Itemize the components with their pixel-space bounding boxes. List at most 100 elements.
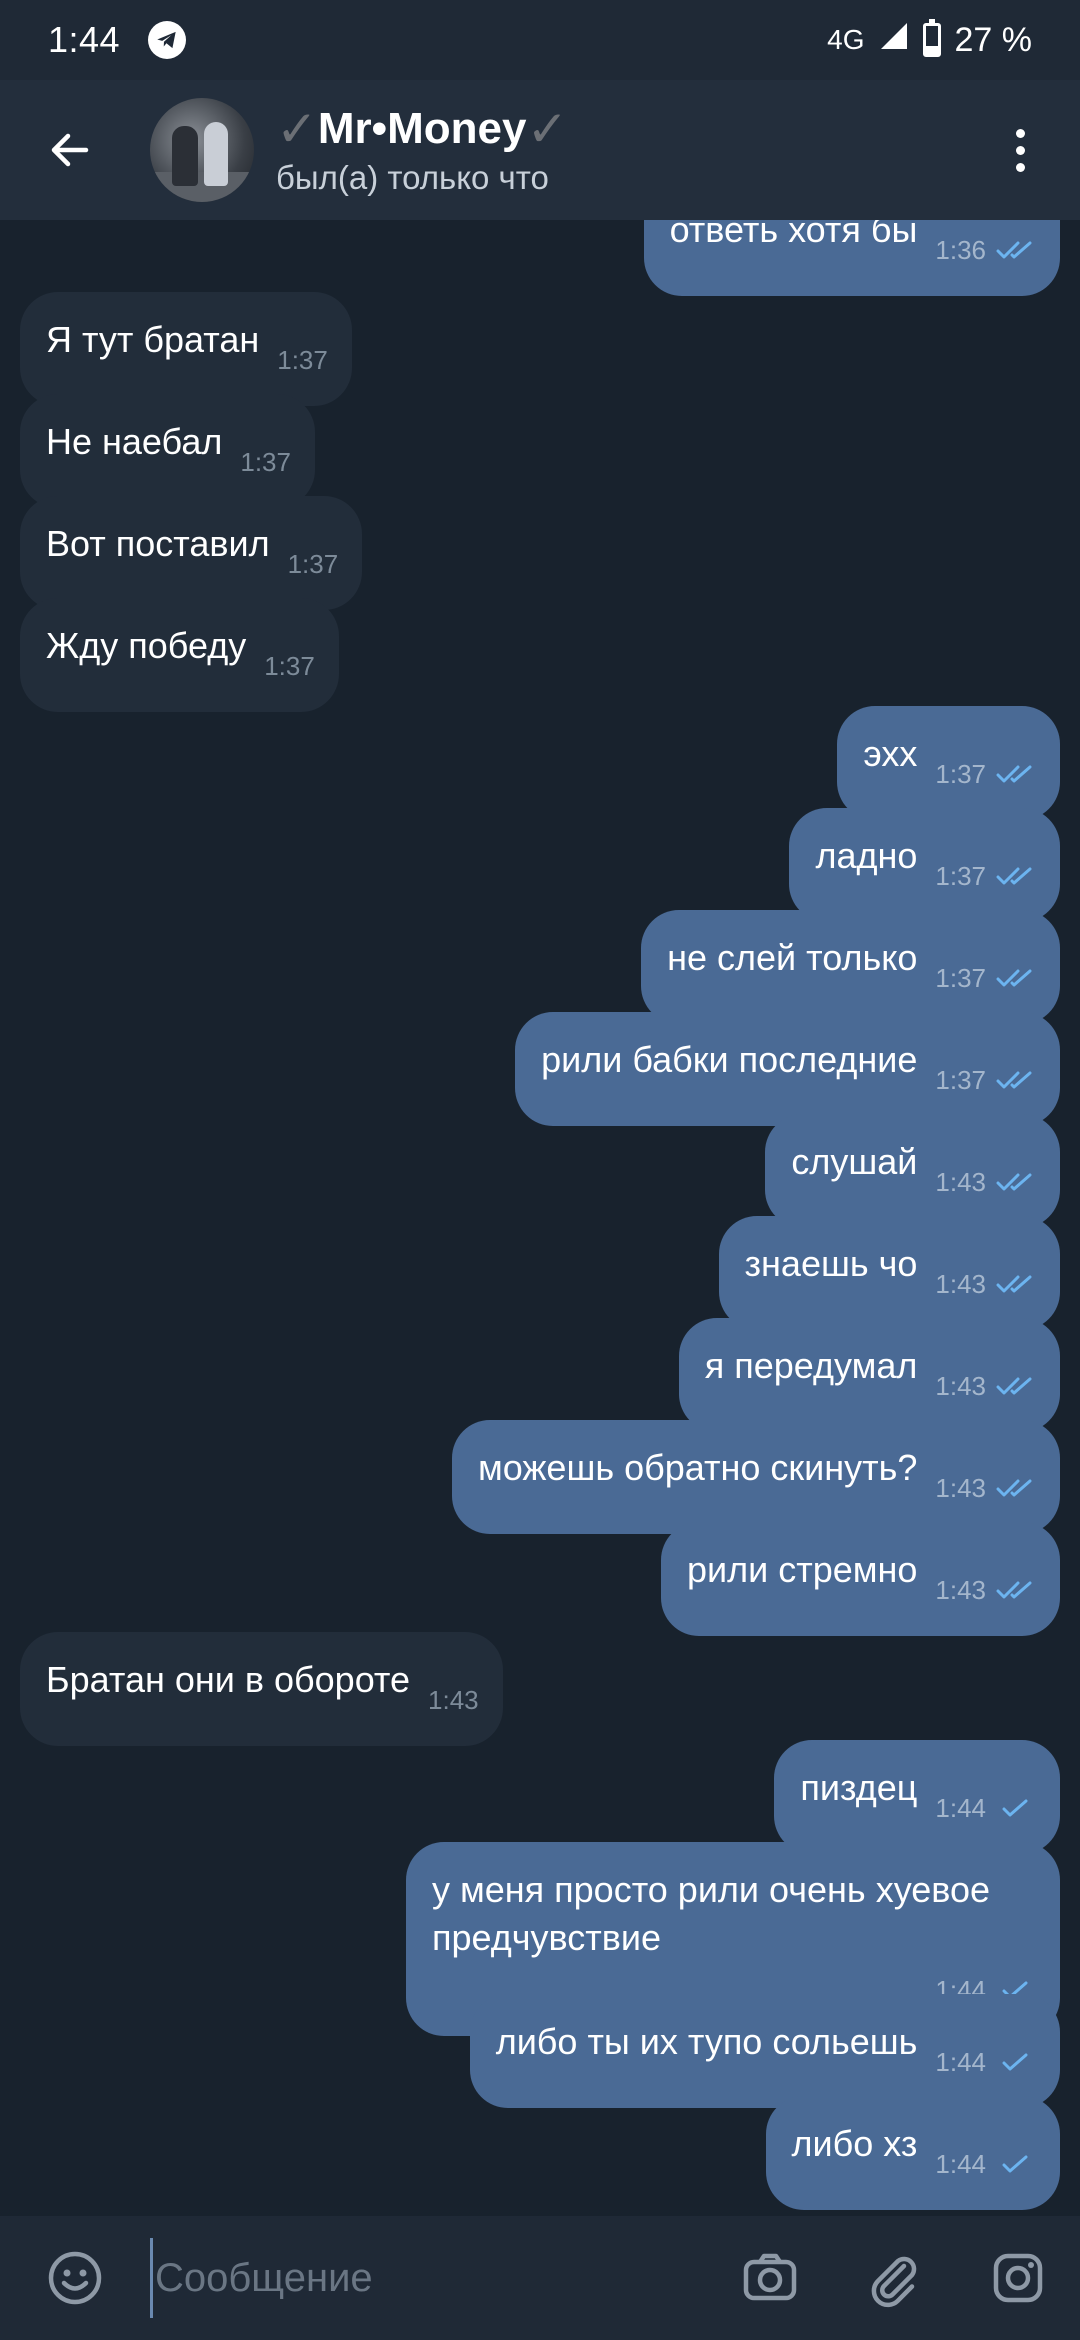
message-time: 1:44	[935, 2047, 986, 2077]
double-check-icon	[996, 1173, 1032, 1191]
message-time: 1:43	[935, 1167, 986, 1197]
double-check-icon	[996, 1275, 1032, 1293]
incoming-message[interactable]: Братан они в обороте 1:43	[20, 1632, 503, 1746]
telegram-icon	[148, 21, 187, 59]
camera-button[interactable]	[708, 2216, 832, 2340]
outgoing-message[interactable]: знаешь чо 1:43	[718, 1216, 1060, 1330]
message-meta: 1:37	[935, 750, 1036, 798]
double-check-icon	[996, 969, 1032, 987]
message-meta: 1:43	[935, 1464, 1036, 1512]
message-meta: 1:43	[935, 1566, 1036, 1614]
outgoing-message[interactable]: я передумал 1:43	[678, 1318, 1060, 1432]
attach-button[interactable]	[832, 2216, 956, 2340]
message-time: 1:44	[935, 2149, 986, 2179]
camera-icon	[743, 2253, 797, 2301]
chat-name-text: Mr•Money	[317, 104, 527, 153]
message-time: 1:43	[935, 1473, 986, 1503]
message-text: ответь хотя бы	[669, 220, 918, 250]
message-time: 1:37	[287, 549, 339, 579]
single-check-icon	[1002, 1799, 1028, 1817]
message-time: 1:43	[935, 1575, 986, 1605]
message-meta: 1:37	[277, 336, 328, 384]
instagram-icon	[993, 2253, 1043, 2303]
message-input[interactable]	[150, 2238, 708, 2318]
signal-icon	[879, 21, 909, 60]
outgoing-message[interactable]: рили стремно 1:43	[660, 1522, 1060, 1636]
message-text: Жду победу	[46, 625, 247, 666]
message-text: у меня просто рили очень хуевое предчувс…	[432, 1869, 1001, 1958]
double-check-icon	[996, 1479, 1032, 1497]
message-meta: 1:37	[264, 642, 315, 690]
message-text: ладно	[815, 835, 918, 876]
single-check-icon	[1002, 2155, 1028, 2173]
incoming-message[interactable]: Не наебал 1:37	[20, 394, 315, 508]
message-text: рили бабки последние	[541, 1039, 918, 1080]
instagram-button[interactable]	[956, 2216, 1080, 2340]
message-meta: 1:37	[288, 540, 339, 588]
message-text: Братан они в обороте	[46, 1659, 411, 1700]
status-time: 1:44	[48, 19, 121, 60]
incoming-message[interactable]: Жду победу 1:37	[20, 598, 339, 712]
single-check-icon	[1002, 2053, 1028, 2071]
message-time: 1:43	[935, 1371, 986, 1401]
incoming-message[interactable]: Вот поставил 1:37	[20, 496, 363, 610]
double-check-icon	[996, 241, 1032, 259]
outgoing-message[interactable]: ладно 1:37	[789, 808, 1060, 922]
outgoing-message[interactable]: не слей только 1:37	[641, 910, 1060, 1024]
check-decoration-left: ✓	[276, 101, 318, 157]
message-time: 1:43	[935, 1269, 986, 1299]
message-time: 1:37	[935, 759, 986, 789]
double-check-icon	[996, 765, 1032, 783]
message-text: либо ты их тупо сольешь	[495, 2021, 918, 2062]
message-meta: 1:43	[935, 1260, 1036, 1308]
message-text: я передумал	[704, 1345, 918, 1386]
message-meta: 1:44	[935, 2038, 1036, 2086]
chat-header: ✓ Mr•Money ✓ был(а) только что	[0, 80, 1080, 220]
outgoing-message[interactable]: эхх 1:37	[837, 706, 1060, 820]
incoming-message[interactable]: Я тут братан 1:37	[20, 292, 352, 406]
message-time: 1:37	[935, 861, 986, 891]
message-meta: 1:43	[935, 1158, 1036, 1206]
chat-title-block[interactable]: ✓ Mr•Money ✓ был(а) только что	[276, 103, 568, 197]
outgoing-message[interactable]: слушай 1:43	[765, 1114, 1060, 1228]
message-text: Вот поставил	[46, 523, 270, 564]
emoji-button[interactable]	[0, 2216, 150, 2340]
message-list[interactable]: ответь хотя бы 1:36 Я тут братан 1:37 Не нае…	[0, 220, 1080, 2216]
outgoing-message[interactable]: можешь обратно скинуть? 1:43	[451, 1420, 1060, 1534]
attach-icon	[871, 2256, 917, 2308]
back-button[interactable]	[0, 80, 140, 220]
message-time: 1:36	[935, 235, 986, 265]
message-text: пиздец	[800, 1767, 918, 1808]
emoji-icon	[48, 2251, 102, 2305]
message-meta: 1:43	[428, 1676, 479, 1724]
outgoing-message[interactable]: пиздец 1:44	[774, 1740, 1060, 1854]
double-check-icon	[996, 1071, 1032, 1089]
avatar[interactable]	[150, 98, 254, 202]
message-text: либо хз	[791, 2123, 918, 2164]
more-menu-button[interactable]	[960, 80, 1080, 220]
check-decoration-right: ✓	[526, 101, 569, 157]
message-text: слушай	[791, 1141, 918, 1182]
outgoing-message[interactable]: ответь хотя бы 1:36	[643, 220, 1060, 296]
message-text: знаешь чо	[744, 1243, 918, 1284]
message-time: 1:43	[428, 1685, 479, 1715]
outgoing-message[interactable]: рили бабки последние 1:37	[515, 1012, 1060, 1126]
network-type: 4G	[827, 24, 865, 55]
message-meta: 1:44	[935, 2140, 1036, 2188]
message-text: Не наебал	[46, 421, 223, 462]
battery-icon	[922, 19, 941, 57]
outgoing-message[interactable]: либо хз 1:44	[765, 2096, 1060, 2210]
message-text: Я тут братан	[46, 319, 260, 360]
message-text: рили стремно	[686, 1549, 918, 1590]
double-check-icon	[996, 1377, 1032, 1395]
message-meta: 1:37	[935, 852, 1036, 900]
message-meta: 1:43	[935, 1362, 1036, 1410]
chat-name: ✓ Mr•Money ✓	[276, 103, 568, 155]
status-bar: 1:44 4G 27 %	[0, 0, 1080, 80]
message-time: 1:44	[935, 1793, 986, 1823]
message-meta: 1:44	[935, 1784, 1036, 1832]
message-time: 1:37	[277, 345, 328, 375]
outgoing-message[interactable]: либо ты их тупо сольешь 1:44	[469, 1994, 1060, 2108]
double-check-icon	[996, 1581, 1032, 1599]
arrow-left-icon	[51, 133, 89, 167]
